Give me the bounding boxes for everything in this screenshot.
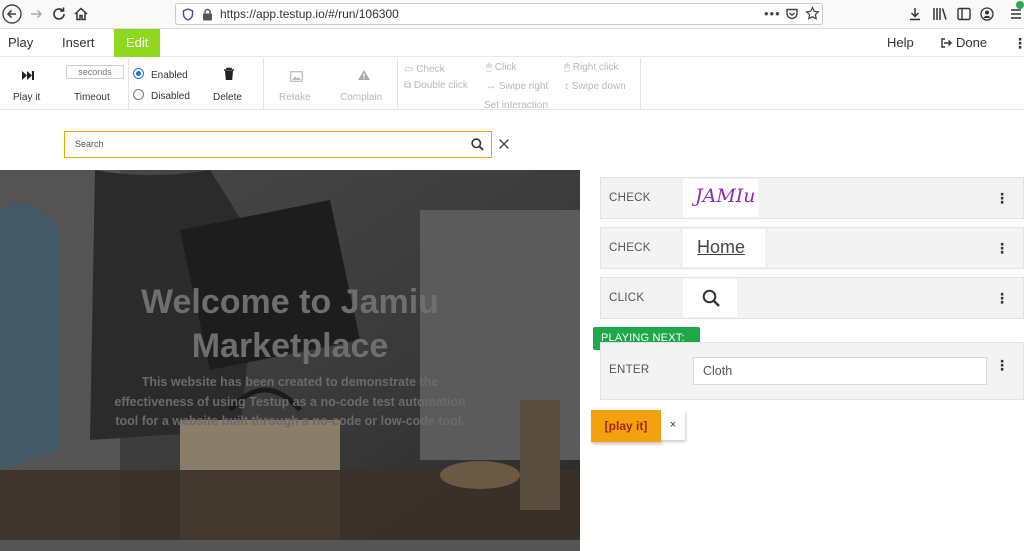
play-it-button[interactable]: Play it bbox=[8, 58, 48, 110]
check-interaction-label: Check bbox=[416, 64, 445, 75]
step-row[interactable]: CHECK JAMIu ⋮ bbox=[600, 177, 1024, 219]
delete-label: Delete bbox=[213, 92, 242, 103]
back-icon[interactable] bbox=[1, 3, 23, 25]
check-interaction[interactable]: ▭ Check bbox=[404, 64, 445, 75]
hero-title: Welcome to Jamiu Marketplace bbox=[80, 280, 500, 368]
jamiu-logo-thumb: JAMIu bbox=[695, 185, 756, 207]
disabled-label[interactable]: Disabled bbox=[151, 91, 190, 102]
hero-description: This website has been created to demonst… bbox=[90, 373, 490, 432]
retake-button[interactable]: Retake bbox=[275, 58, 321, 110]
reload-icon[interactable] bbox=[48, 3, 70, 25]
browser-toolbar: https://app.testup.io/#/run/106300 ••• bbox=[0, 0, 1024, 29]
image-icon bbox=[290, 69, 303, 87]
click-interaction[interactable]: 🖱︎ Click bbox=[486, 62, 516, 73]
radio-dot bbox=[136, 71, 141, 76]
timeout-label: Timeout bbox=[74, 92, 110, 103]
more-menu-icon[interactable]: ⋮ bbox=[1013, 29, 1024, 57]
edit-toolbar: Play it seconds Timeout Enabled Disabled… bbox=[0, 58, 1024, 111]
disabled-radio[interactable] bbox=[133, 89, 144, 100]
step-action: ENTER bbox=[609, 364, 650, 376]
complain-button[interactable]: Complain bbox=[338, 58, 390, 110]
menu-edit[interactable]: Edit bbox=[114, 29, 161, 57]
sidebar-icon[interactable] bbox=[957, 7, 971, 26]
set-interaction-label: Set interaction bbox=[484, 100, 548, 111]
step-thumbnail: Home bbox=[683, 229, 765, 267]
click-label: Click bbox=[494, 62, 517, 73]
shield-icon[interactable] bbox=[182, 8, 194, 26]
menu-play[interactable]: Play bbox=[8, 29, 33, 57]
step-row[interactable]: ENTER Cloth ⋮ bbox=[600, 342, 1024, 400]
step-action: CHECK bbox=[609, 192, 651, 204]
warning-icon bbox=[357, 68, 371, 86]
hero-title-line-1: Welcome to Jamiu bbox=[141, 283, 439, 321]
play-it-label: Play it bbox=[13, 92, 41, 103]
delete-button[interactable]: Delete bbox=[210, 58, 250, 110]
close-icon[interactable]: × bbox=[661, 410, 685, 440]
hero-desc-line-1: This website has been created to demonst… bbox=[141, 375, 439, 389]
lock-icon[interactable] bbox=[202, 8, 213, 26]
step-action: CLICK bbox=[609, 292, 645, 304]
enter-value-field[interactable]: Cloth bbox=[693, 357, 987, 385]
search-input[interactable]: Search bbox=[64, 131, 492, 158]
done-label: Done bbox=[956, 35, 988, 50]
step-row[interactable]: CHECK Home ⋮ bbox=[600, 227, 1024, 269]
complain-label: Complain bbox=[340, 92, 383, 103]
step-menu-icon[interactable]: ⋮ bbox=[995, 290, 1009, 307]
swipe-right-interaction[interactable]: ↔ Swipe right bbox=[486, 81, 548, 92]
home-icon[interactable] bbox=[70, 3, 92, 25]
swipe-down-label: Swipe down bbox=[571, 81, 626, 92]
search-icon[interactable] bbox=[471, 138, 484, 156]
menu-help[interactable]: Help bbox=[887, 29, 914, 57]
right-click-interaction[interactable]: 🖱︎ Right click bbox=[564, 62, 618, 73]
fast-forward-icon bbox=[21, 68, 35, 86]
hamburger-menu-icon[interactable] bbox=[1010, 7, 1022, 25]
account-icon[interactable] bbox=[980, 7, 994, 26]
enter-value: Cloth bbox=[703, 364, 733, 378]
trash-icon bbox=[223, 67, 235, 86]
step-row[interactable]: CLICK ⋮ bbox=[600, 277, 1024, 319]
menu-insert[interactable]: Insert bbox=[62, 29, 95, 57]
enabled-label[interactable]: Enabled bbox=[151, 70, 188, 81]
toolbar-divider bbox=[128, 58, 129, 110]
step-thumbnail: JAMIu bbox=[683, 179, 758, 217]
right-click-label: Right click bbox=[572, 62, 619, 73]
double-click-interaction[interactable]: ⧉ Double click bbox=[404, 80, 468, 91]
step-menu-icon[interactable]: ⋮ bbox=[995, 240, 1009, 257]
toolbar-divider bbox=[263, 58, 264, 110]
toolbar-divider bbox=[640, 58, 641, 110]
done-button[interactable]: Done bbox=[940, 29, 987, 57]
bookmark-star-icon[interactable] bbox=[805, 6, 820, 26]
sign-out-icon bbox=[941, 38, 952, 48]
download-icon[interactable] bbox=[908, 7, 922, 26]
retake-label: Retake bbox=[279, 92, 311, 103]
double-click-label: Double click bbox=[413, 80, 468, 91]
hero-title-line-2: Marketplace bbox=[191, 327, 389, 365]
app-menu-bar: Play Insert Edit Help Done ⋮ bbox=[0, 29, 1024, 57]
step-action: CHECK bbox=[609, 242, 651, 254]
timeout-input[interactable]: seconds bbox=[66, 65, 124, 79]
step-thumbnail bbox=[683, 279, 737, 317]
step-menu-icon[interactable]: ⋮ bbox=[995, 357, 1009, 374]
enabled-radio[interactable] bbox=[133, 68, 144, 79]
toolbar-divider bbox=[397, 58, 398, 110]
play-it-pill[interactable]: [play it] bbox=[591, 410, 661, 442]
search-placeholder: Search bbox=[75, 139, 104, 149]
update-badge bbox=[1016, 1, 1024, 9]
hero-desc-line-3: tool for a website built through a no-co… bbox=[115, 414, 465, 428]
hero-desc-line-2: effectiveness of using Testup as a no-co… bbox=[114, 394, 466, 409]
step-menu-icon[interactable]: ⋮ bbox=[995, 190, 1009, 207]
home-link-thumb: Home bbox=[697, 237, 746, 257]
forward-icon[interactable] bbox=[25, 3, 47, 25]
page-screenshot: Welcome to Jamiu Marketplace This websit… bbox=[0, 170, 580, 551]
search-icon bbox=[702, 289, 720, 312]
url-text[interactable]: https://app.testup.io/#/run/106300 bbox=[220, 7, 399, 21]
url-bar[interactable]: https://app.testup.io/#/run/106300 ••• bbox=[175, 3, 823, 25]
swipe-down-interaction[interactable]: ↕ Swipe down bbox=[564, 81, 626, 92]
library-icon[interactable] bbox=[932, 7, 948, 26]
swipe-right-label: Swipe right bbox=[498, 81, 549, 92]
close-search-icon[interactable] bbox=[498, 137, 510, 155]
page-actions-icon[interactable]: ••• bbox=[764, 6, 781, 21]
pocket-icon[interactable] bbox=[785, 7, 799, 26]
